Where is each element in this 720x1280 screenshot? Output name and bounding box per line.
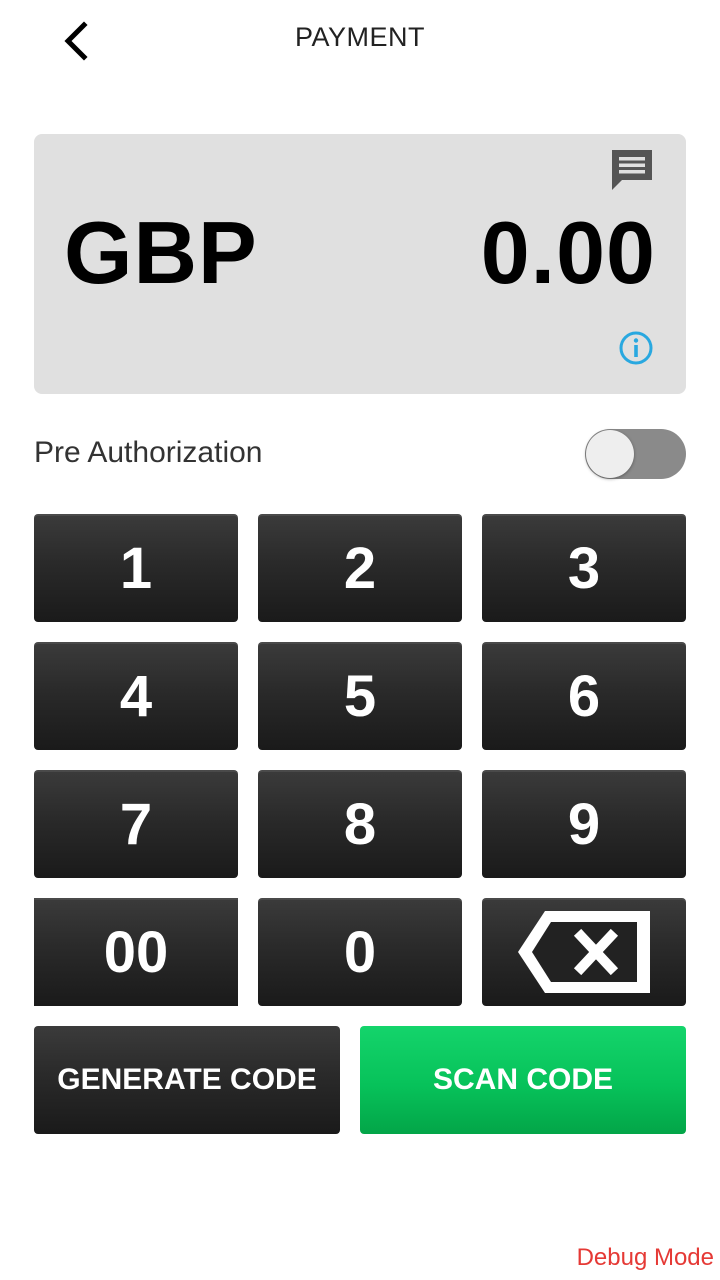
scan-code-button[interactable]: SCAN CODE [360, 1026, 686, 1134]
message-icon[interactable] [610, 148, 654, 192]
currency-code: GBP [64, 203, 258, 302]
key-7[interactable]: 7 [34, 770, 238, 878]
generate-code-button[interactable]: GENERATE CODE [34, 1026, 340, 1134]
key-2[interactable]: 2 [258, 514, 462, 622]
key-0[interactable]: 0 [258, 898, 462, 1006]
amount-display-panel: GBP 0.00 [34, 134, 686, 394]
key-6[interactable]: 6 [482, 642, 686, 750]
key-3[interactable]: 3 [482, 514, 686, 622]
page-title: PAYMENT [294, 22, 425, 52]
backspace-icon [518, 911, 650, 993]
toggle-knob [586, 430, 634, 478]
key-5[interactable]: 5 [258, 642, 462, 750]
amount-value: 0.00 [480, 203, 656, 302]
pre-authorization-label: Pre Authorization [34, 436, 263, 469]
key-4[interactable]: 4 [34, 642, 238, 750]
info-icon[interactable] [618, 330, 654, 366]
key-1[interactable]: 1 [34, 514, 238, 622]
key-8[interactable]: 8 [258, 770, 462, 878]
key-00[interactable]: 00 [34, 898, 238, 1006]
debug-mode-label: Debug Mode [576, 1244, 714, 1271]
backspace-key[interactable] [482, 898, 686, 1006]
pre-authorization-toggle[interactable] [585, 429, 686, 479]
key-9[interactable]: 9 [482, 770, 686, 878]
